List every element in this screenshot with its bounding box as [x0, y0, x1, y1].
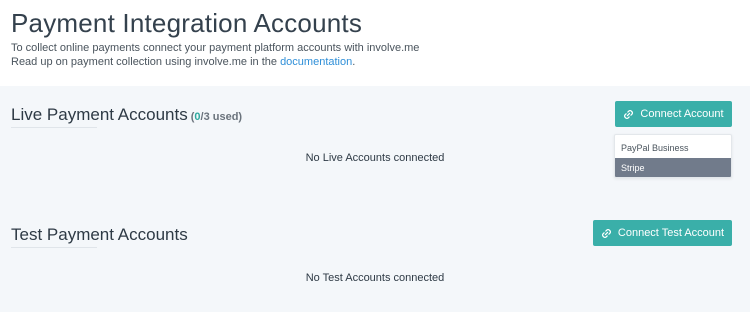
link-icon: [623, 109, 634, 120]
connect-account-label: Connect Account: [640, 108, 724, 120]
live-title-text: Live Payment Accounts: [11, 105, 188, 124]
live-title-underline: [11, 127, 97, 128]
test-empty-message: No Test Accounts connected: [305, 272, 445, 284]
description-line-2: Read up on payment collection using invo…: [11, 56, 355, 69]
dropdown-option-stripe[interactable]: Stripe: [615, 158, 731, 177]
test-title-text: Test Payment Accounts: [11, 225, 188, 244]
page-header: Payment Integration Accounts To collect …: [0, 0, 750, 86]
documentation-link[interactable]: documentation: [280, 56, 352, 68]
dropdown-option-paypal[interactable]: PayPal Business: [615, 138, 731, 158]
connect-account-button[interactable]: Connect Account: [615, 101, 732, 127]
test-section-title: Test Payment Accounts: [11, 225, 188, 245]
usage-rest: /3 used): [200, 111, 243, 123]
description-suffix: .: [352, 56, 356, 68]
test-title-underline: [11, 247, 97, 248]
live-section-title: Live Payment Accounts (0/3 used): [11, 105, 242, 125]
link-icon: [601, 228, 612, 239]
page-title: Payment Integration Accounts: [11, 8, 363, 38]
description-line-1: To collect online payments connect your …: [11, 42, 420, 54]
description-prefix: Read up on payment collection using invo…: [11, 56, 281, 68]
connect-test-account-button[interactable]: Connect Test Account: [593, 220, 732, 246]
live-usage-counter: (0/3 used): [191, 111, 242, 123]
connect-test-account-label: Connect Test Account: [617, 227, 725, 239]
accounts-panel: Live Payment Accounts (0/3 used) Connect …: [0, 86, 750, 312]
payment-provider-dropdown: PayPal Business Stripe: [614, 134, 732, 178]
